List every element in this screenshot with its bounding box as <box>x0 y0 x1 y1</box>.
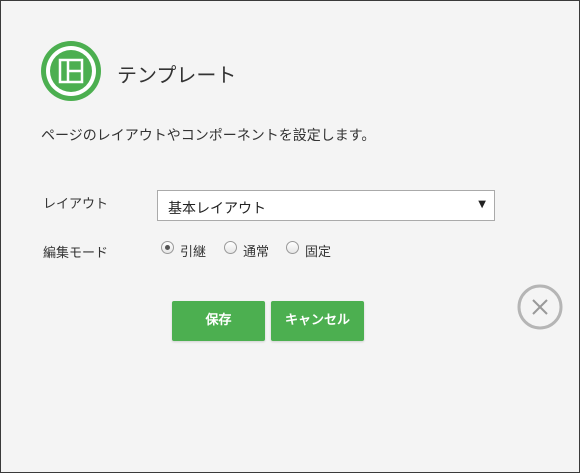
cancel-button[interactable]: キャンセル <box>271 301 364 341</box>
layout-select-value: 基本レイアウト <box>168 201 266 217</box>
dropdown-arrow-icon: ▼ <box>478 199 486 210</box>
dialog-title: テンプレート <box>117 63 237 87</box>
layout-template-icon <box>41 41 101 101</box>
radio-inherit-label: 引継 <box>180 245 207 260</box>
radio-normal-label: 通常 <box>243 245 270 260</box>
layout-select[interactable]: 基本レイアウト ▼ <box>157 190 495 221</box>
dialog-description: ページのレイアウトやコンポーネントを設定します。 <box>41 128 376 144</box>
save-button[interactable]: 保存 <box>172 301 265 341</box>
radio-fixed-button[interactable] <box>286 241 299 254</box>
radio-normal-button[interactable] <box>224 241 237 254</box>
layout-label: レイアウト <box>43 197 109 212</box>
edit-mode-label: 編集モード <box>43 246 109 261</box>
radio-inherit-button[interactable] <box>161 241 174 254</box>
template-dialog: テンプレート ページのレイアウトやコンポーネントを設定します。 レイアウト 基本… <box>0 0 580 473</box>
radio-fixed-label: 固定 <box>305 245 332 260</box>
close-icon[interactable] <box>517 284 563 330</box>
